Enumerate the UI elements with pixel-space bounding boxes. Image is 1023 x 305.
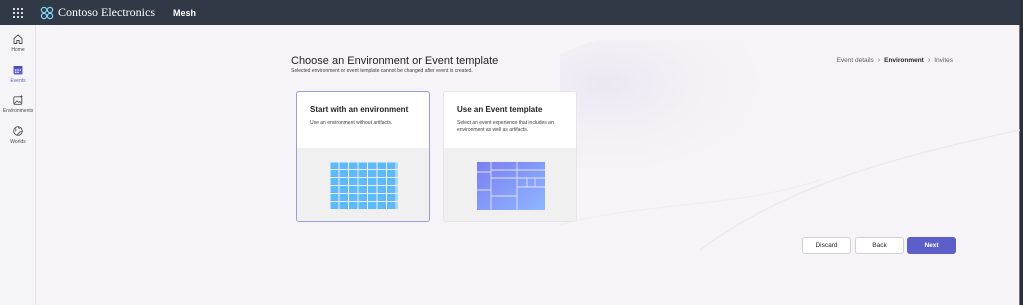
contoso-logo-icon	[40, 6, 54, 19]
card-title: Use an Event template	[457, 105, 543, 114]
image-sparkle-icon	[13, 94, 24, 105]
app-name[interactable]: Mesh	[173, 8, 196, 18]
background-decoration	[560, 40, 1020, 251]
breadcrumb: Event details › Environment › Invites	[837, 57, 953, 64]
card-illustration-area	[297, 148, 429, 221]
rail-label-environments: Environments	[2, 108, 34, 114]
app-window: Contoso Electronics Mesh Home Events Env…	[0, 0, 1020, 305]
card-illustration-area	[444, 148, 576, 221]
calendar-icon	[13, 66, 23, 75]
discard-button[interactable]: Discard	[802, 237, 851, 254]
card-description: Select an event experience that includes…	[457, 120, 554, 133]
chevron-right-icon: ›	[927, 57, 931, 64]
chevron-right-icon: ›	[877, 57, 881, 64]
rail-label-events: Events	[10, 78, 26, 84]
breadcrumb-step-environment: Environment	[884, 57, 924, 64]
rail-item-events[interactable]: Events	[0, 62, 36, 90]
top-bar: Contoso Electronics Mesh	[0, 0, 1020, 25]
rail-item-worlds[interactable]: Worlds	[0, 123, 36, 151]
event-template-illustration	[477, 162, 545, 210]
page-subtitle: Selected environment or event template c…	[291, 68, 473, 74]
card-title: Start with an environment	[310, 105, 409, 114]
rail-label-worlds: Worlds	[10, 139, 26, 145]
rail-item-home[interactable]: Home	[0, 31, 36, 59]
back-button[interactable]: Back	[855, 237, 904, 254]
globe-icon	[13, 126, 23, 136]
rail-item-environments[interactable]: Environments	[0, 92, 36, 120]
breadcrumb-step-invites[interactable]: Invites	[934, 57, 953, 64]
next-button[interactable]: Next	[907, 237, 956, 254]
waffle-icon[interactable]	[0, 0, 36, 25]
event-template-option-card[interactable]: Use an Event template Select an event ex…	[443, 91, 577, 222]
left-rail: Home Events Environments Worlds	[0, 25, 36, 305]
card-description: Use an environment without artifacts.	[310, 120, 393, 126]
rail-label-home: Home	[11, 47, 25, 53]
brand-name: Contoso Electronics	[58, 5, 155, 19]
page-title: Choose an Environment or Event template	[291, 55, 499, 67]
environment-option-card[interactable]: Start with an environment Use an environ…	[296, 91, 430, 222]
environment-grid-illustration	[330, 162, 398, 210]
breadcrumb-step-event-details[interactable]: Event details	[837, 57, 874, 64]
brand[interactable]: Contoso Electronics	[40, 5, 155, 20]
home-icon	[13, 34, 23, 44]
